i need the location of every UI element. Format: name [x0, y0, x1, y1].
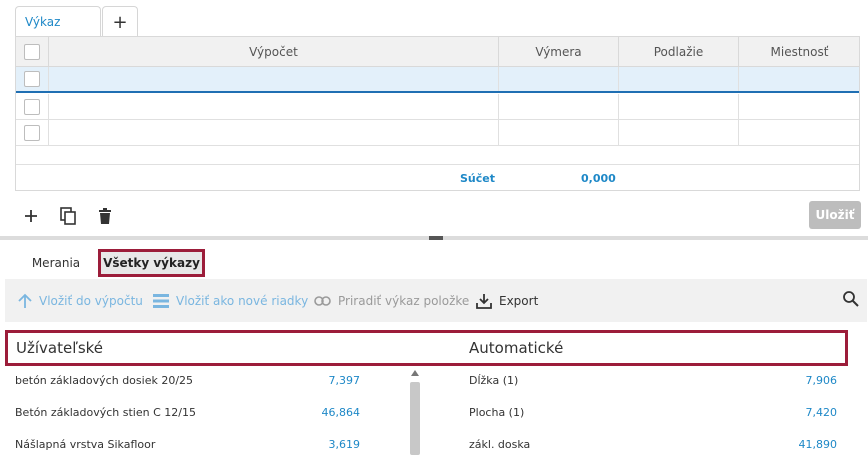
insert-as-rows-label: Vložiť ako nové riadky — [176, 293, 309, 308]
list-item-value: 7,420 — [805, 406, 838, 419]
cell-vypocet[interactable] — [49, 67, 499, 91]
list-item-value: 7,397 — [328, 374, 361, 387]
table-row[interactable] — [16, 67, 859, 93]
cell-vypocet[interactable] — [49, 94, 499, 119]
splitter-handle[interactable] — [429, 236, 443, 240]
copy-row-button[interactable] — [57, 205, 79, 227]
cell-miestnost[interactable] — [739, 120, 860, 145]
assign-to-item-label: Priradiť výkaz položke — [338, 293, 470, 308]
search-icon — [843, 291, 859, 307]
user-list-title: Užívateľské — [16, 339, 104, 357]
tab-vykaz[interactable]: Výkaz — [15, 6, 101, 37]
plus-icon: + — [112, 11, 128, 33]
tab-merania[interactable]: Merania — [20, 249, 92, 277]
assign-to-item-button[interactable]: Priradiť výkaz položke — [314, 279, 469, 322]
table-row[interactable] — [16, 120, 859, 146]
list-item[interactable]: betón základových dosiek 20/25 — [15, 374, 193, 387]
list-item[interactable]: Plocha (1) — [469, 406, 524, 419]
column-header-vymera[interactable]: Výmera — [499, 37, 619, 66]
select-all-checkbox[interactable] — [24, 43, 40, 60]
delete-row-button[interactable] — [94, 205, 116, 227]
cell-vymera[interactable] — [499, 67, 619, 91]
lists-header: Užívateľské Automatické — [5, 330, 848, 366]
auto-list-title: Automatické — [469, 339, 564, 357]
trash-icon — [99, 208, 111, 224]
cell-podlazie[interactable] — [619, 120, 739, 145]
grid-header: Výpočet Výmera Podlažie Miestnosť — [16, 37, 859, 67]
search-button[interactable] — [842, 290, 860, 308]
list-item[interactable]: Dĺžka (1) — [469, 374, 518, 387]
save-button[interactable]: Uložiť — [809, 201, 861, 229]
calculation-grid: Výpočet Výmera Podlažie Miestnosť Súčet … — [15, 36, 860, 191]
row-checkbox-cell — [16, 120, 49, 145]
insert-as-rows-button[interactable]: Vložiť ako nové riadky — [153, 279, 308, 322]
download-icon — [476, 293, 492, 309]
cell-miestnost[interactable] — [739, 94, 860, 119]
list-item-value: 3,619 — [328, 438, 361, 451]
row-checkbox[interactable] — [24, 71, 40, 87]
cell-vypocet[interactable] — [49, 120, 499, 145]
list-item[interactable]: Betón základových stien C 12/15 — [15, 406, 196, 419]
action-bar: Vložiť do výpočtu Vložiť ako nové riadky… — [5, 279, 867, 322]
list-item-value: 7,906 — [805, 374, 838, 387]
insert-into-calculation-label: Vložiť do výpočtu — [39, 293, 143, 308]
sum-row: Súčet 0,000 — [16, 164, 859, 191]
insert-into-calculation-button[interactable]: Vložiť do výpočtu — [18, 279, 143, 322]
plus-icon — [25, 210, 37, 222]
row-checkbox[interactable] — [24, 98, 40, 115]
tab-vsetky-vykazy[interactable]: Všetky výkazy — [98, 249, 205, 277]
row-checkbox-cell — [16, 67, 49, 91]
cell-vymera[interactable] — [499, 120, 619, 145]
tab-vykaz-label: Výkaz — [25, 15, 61, 29]
cell-podlazie[interactable] — [619, 67, 739, 91]
sum-label: Súčet — [460, 172, 495, 185]
row-checkbox-cell — [16, 94, 49, 119]
export-button[interactable]: Export — [476, 279, 538, 322]
select-all-cell — [16, 37, 49, 66]
cell-vymera[interactable] — [499, 94, 619, 119]
table-row[interactable] — [16, 94, 859, 120]
scrollbar-thumb[interactable] — [410, 382, 420, 455]
column-header-miestnost[interactable]: Miestnosť — [739, 37, 860, 66]
list-item-value: 41,890 — [798, 438, 838, 451]
scroll-up-arrow-icon[interactable] — [411, 370, 419, 376]
column-header-podlazie[interactable]: Podlažie — [619, 37, 739, 66]
row-checkbox[interactable] — [24, 124, 40, 141]
cell-podlazie[interactable] — [619, 94, 739, 119]
arrow-up-icon — [18, 293, 32, 308]
list-item[interactable]: zákl. doska — [469, 438, 530, 451]
cell-miestnost[interactable] — [739, 67, 860, 91]
list-item[interactable]: Nášlapná vrstva Sikafloor — [15, 438, 155, 451]
list-item-value: 46,864 — [321, 406, 361, 419]
add-tab-button[interactable]: + — [102, 6, 138, 37]
export-label: Export — [499, 293, 539, 308]
link-icon — [314, 295, 331, 306]
sum-value: 0,000 — [581, 172, 616, 185]
add-row-button[interactable] — [20, 205, 42, 227]
copy-icon — [60, 207, 76, 225]
rows-icon — [153, 293, 169, 308]
column-header-vypocet[interactable]: Výpočet — [49, 37, 499, 66]
